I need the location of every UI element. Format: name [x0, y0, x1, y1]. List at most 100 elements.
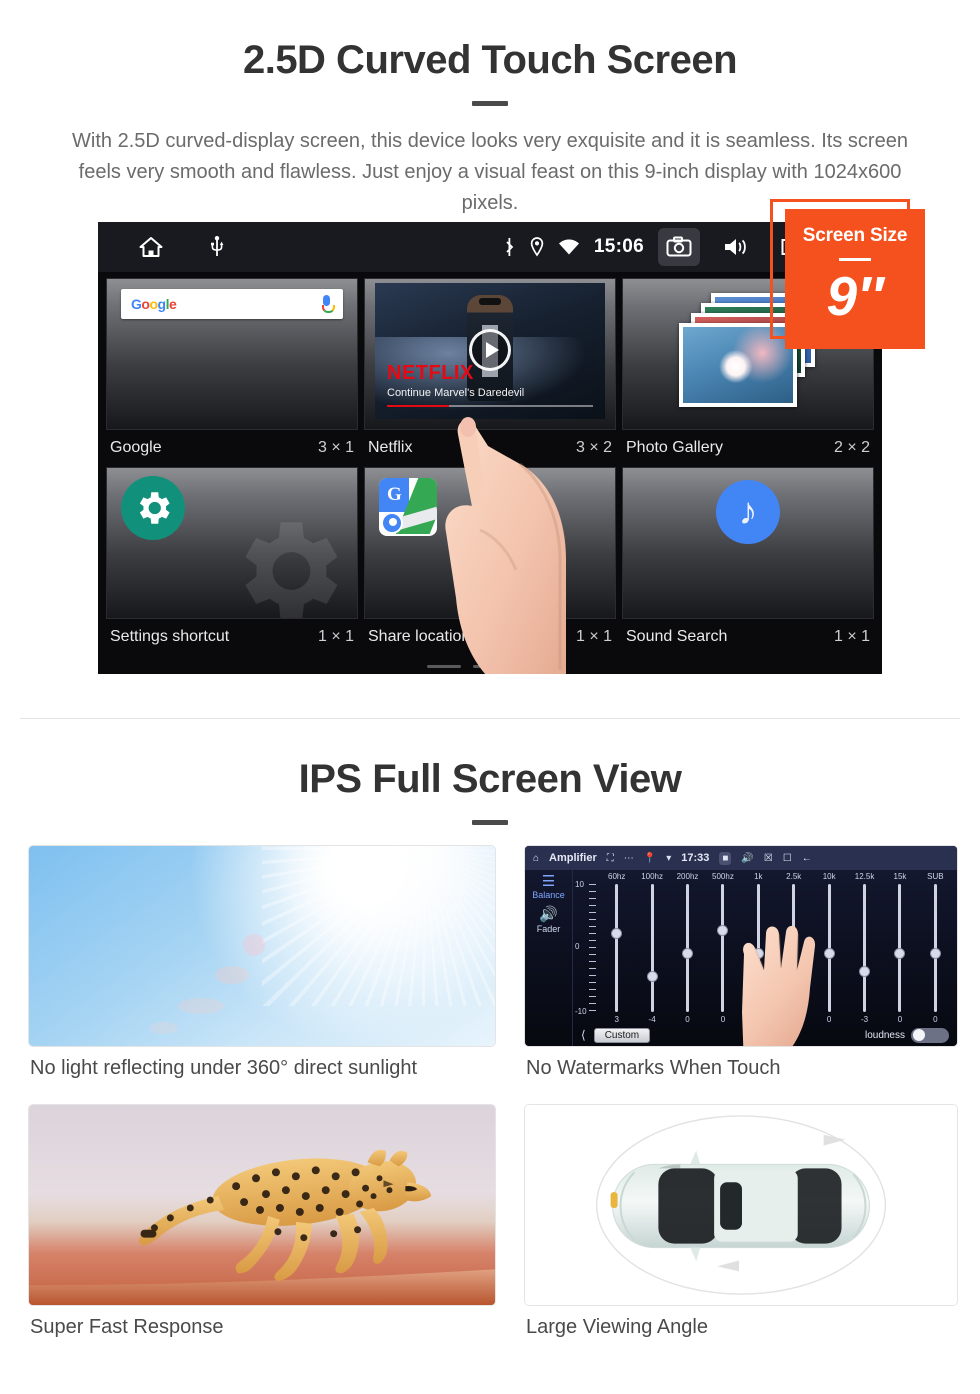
android-device-screenshot: 15:06 Google Google 3 × 1 NETFLIX Contin… — [98, 222, 882, 674]
widget-size: 2 × 2 — [833, 439, 870, 456]
amplifier-side-panel: ☰ Balance 🔊 Fader — [525, 870, 573, 1046]
lens-flare — [150, 1022, 179, 1034]
page-indicator[interactable] — [98, 665, 882, 668]
band-label: 10k — [822, 872, 836, 881]
google-maps-icon[interactable]: G — [379, 478, 437, 536]
preset-button[interactable]: Custom — [593, 1027, 651, 1043]
widget-sound-search[interactable]: ♪ Sound Search 1 × 1 — [622, 467, 874, 656]
scale-label: 0 — [575, 941, 580, 951]
section2-title-underline — [472, 820, 508, 825]
widget-name: Photo Gallery — [626, 439, 723, 456]
badge-title: Screen Size — [802, 225, 908, 246]
eq-slider[interactable] — [847, 884, 882, 1012]
balance-label[interactable]: Balance — [532, 890, 565, 900]
status-bar-clock: 15:06 — [593, 236, 644, 257]
amplifier-scale: 10 0 -10 — [575, 880, 599, 1016]
feature-tile-sunlight: No light reflecting under 360° direct su… — [28, 845, 496, 1096]
fader-icon[interactable]: 🔊 — [539, 906, 558, 923]
touching-hand-image — [734, 916, 824, 1046]
page-title: 2.5D Curved Touch Screen — [242, 38, 738, 82]
camera-icon[interactable] — [658, 228, 700, 266]
lens-flare — [178, 998, 225, 1014]
camera-icon[interactable]: ■ — [719, 851, 732, 865]
volume-icon[interactable]: 🔊 — [741, 853, 753, 864]
eq-slider[interactable] — [918, 884, 953, 1012]
eq-slider[interactable] — [599, 884, 634, 1012]
recents-icon[interactable]: ☐ — [783, 853, 792, 864]
more-icon: ⋯ — [623, 852, 634, 864]
car-scene — [525, 1105, 957, 1305]
eq-slider[interactable] — [882, 884, 917, 1012]
status-bar-left — [108, 235, 224, 259]
amplifier-screen: ⌂ Amplifier ⛶ ⋯ 📍 ▾ 17:33 ■ 🔊 ☒ ☐ ← ☰ Ba… — [525, 846, 957, 1046]
device-screen: 15:06 Google Google 3 × 1 NETFLIX Contin… — [98, 222, 882, 674]
widget-settings-preview[interactable] — [106, 467, 358, 619]
band-label: 1k — [754, 872, 763, 881]
band-label: 15k — [893, 872, 907, 881]
gear-icon[interactable] — [121, 476, 185, 540]
feature-tile-car: Large Viewing Angle — [524, 1104, 958, 1355]
scale-ticks — [589, 884, 596, 1012]
widget-size: 1 × 1 — [575, 628, 612, 645]
netflix-artwork: NETFLIX Continue Marvel's Daredevil — [375, 283, 605, 419]
band-label: 500hz — [712, 872, 734, 881]
widget-share-location-preview[interactable]: G — [364, 467, 616, 619]
widget-netflix-preview[interactable]: NETFLIX Continue Marvel's Daredevil — [364, 278, 616, 430]
curved-touch-screen-section: 2.5D Curved Touch Screen With 2.5D curve… — [0, 0, 980, 219]
tile-caption: Super Fast Response — [30, 1316, 224, 1338]
amplifier-equalizer: 60hz 100hz 200hz 500hz 1k 2.5k 10k 12.5k… — [573, 870, 957, 1046]
amplifier-title: Amplifier — [549, 852, 597, 864]
page-dot[interactable] — [473, 665, 507, 668]
eq-value: -4 — [648, 1015, 656, 1024]
widget-label-row: Google 3 × 1 — [106, 430, 358, 467]
scale-label: -10 — [575, 1007, 587, 1016]
status-bar: 15:06 — [98, 222, 882, 272]
page-dot-active[interactable] — [519, 665, 553, 668]
widget-sound-search-preview[interactable]: ♪ — [622, 467, 874, 619]
scale-label: 10 — [575, 880, 584, 889]
widget-google-preview[interactable]: Google — [106, 278, 358, 430]
widget-label-row: Photo Gallery 2 × 2 — [622, 430, 874, 467]
feature-tile-grid: No light reflecting under 360° direct su… — [28, 845, 958, 1355]
badge-underline — [839, 258, 871, 261]
eq-value: -3 — [860, 1015, 869, 1024]
home-icon[interactable] — [138, 235, 164, 259]
widget-size: 1 × 1 — [317, 628, 354, 645]
music-note-icon[interactable]: ♪ — [716, 480, 780, 544]
widget-label-row: Netflix 3 × 2 — [364, 430, 616, 467]
google-search-bar[interactable]: Google — [121, 289, 343, 319]
play-icon[interactable] — [469, 329, 511, 371]
band-label: 200hz — [676, 872, 699, 881]
loudness-toggle[interactable] — [911, 1027, 949, 1043]
back-arrow-icon[interactable]: ⟨ — [581, 1028, 586, 1042]
tile-caption: No Watermarks When Touch — [526, 1057, 781, 1079]
fader-label[interactable]: Fader — [537, 924, 561, 934]
widget-share-location[interactable]: G Share location 1 × 1 — [364, 467, 616, 656]
microphone-icon[interactable] — [320, 294, 335, 314]
bluetooth-icon — [503, 237, 516, 257]
eq-value: 3 — [614, 1015, 619, 1024]
section2-title: IPS Full Screen View — [298, 757, 682, 801]
band-label: 12.5k — [854, 872, 875, 881]
image-icon: ⛶ — [606, 852, 614, 864]
volume-icon[interactable] — [714, 228, 756, 266]
widget-google[interactable]: Google Google 3 × 1 — [106, 278, 358, 467]
amplifier-body: ☰ Balance 🔊 Fader 60hz 100hz 200hz 500hz… — [525, 870, 957, 1046]
amplifier-background: ⌂ Amplifier ⛶ ⋯ 📍 ▾ 17:33 ■ 🔊 ☒ ☐ ← ☰ Ba… — [525, 846, 957, 1046]
tile-caption: No light reflecting under 360° direct su… — [30, 1057, 418, 1079]
page-dot[interactable] — [427, 665, 461, 668]
home-icon[interactable]: ⌂ — [533, 853, 539, 864]
back-icon[interactable]: ← — [802, 853, 812, 864]
widget-netflix[interactable]: NETFLIX Continue Marvel's Daredevil Netf… — [364, 278, 616, 467]
wifi-icon: ▾ — [666, 852, 672, 864]
close-icon[interactable]: ☒ — [764, 853, 773, 864]
frequency-band-labels: 60hz 100hz 200hz 500hz 1k 2.5k 10k 12.5k… — [573, 872, 957, 881]
eq-slider[interactable] — [670, 884, 705, 1012]
balance-icon[interactable]: ☰ — [542, 874, 555, 889]
eq-slider[interactable] — [634, 884, 669, 1012]
widget-settings-shortcut[interactable]: Settings shortcut 1 × 1 — [106, 467, 358, 656]
amplifier-equalizer-screenshot: ⌂ Amplifier ⛶ ⋯ 📍 ▾ 17:33 ■ 🔊 ☒ ☐ ← ☰ Ba… — [524, 845, 958, 1047]
netflix-brand: NETFLIX — [387, 362, 474, 384]
feature-tile-cheetah: Super Fast Response — [28, 1104, 496, 1355]
loudness-control[interactable]: loudness — [865, 1027, 949, 1043]
